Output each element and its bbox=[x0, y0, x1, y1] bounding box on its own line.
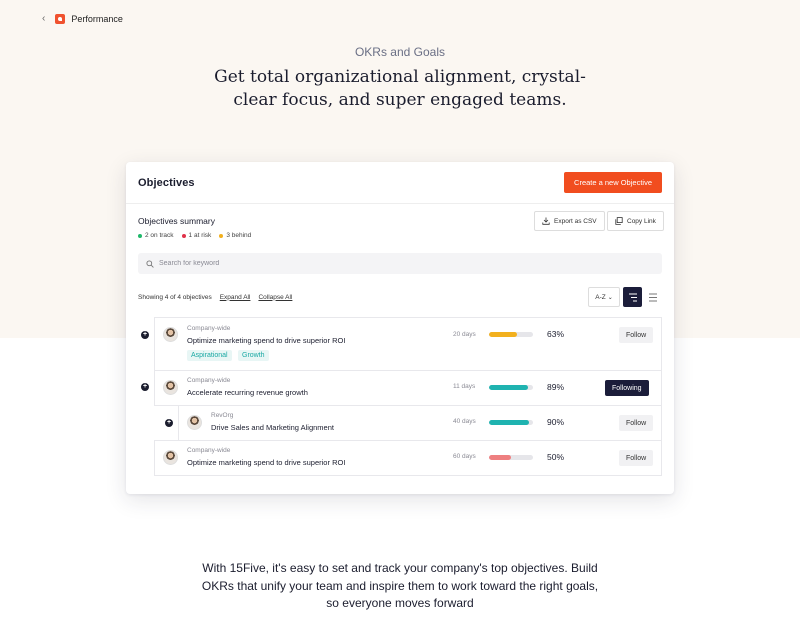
tag-growth: Growth bbox=[238, 350, 269, 361]
summary-title: Objectives summary bbox=[138, 216, 215, 226]
objective-group: Company-wide bbox=[187, 447, 231, 454]
objective-group: Company-wide bbox=[187, 325, 231, 332]
yellow-dot-icon bbox=[219, 233, 224, 238]
objective-row[interactable]: Company-wide Accelerate recurring revenu… bbox=[154, 370, 662, 406]
progress-bar bbox=[489, 332, 533, 337]
objective-row[interactable]: Company-wide Optimize marketing spend to… bbox=[154, 440, 662, 476]
progress-bar bbox=[489, 455, 533, 460]
days-remaining: 20 days bbox=[453, 331, 476, 338]
progress-percent: 89% bbox=[547, 382, 565, 392]
objective-group: Company-wide bbox=[187, 377, 231, 384]
tree-view-button[interactable] bbox=[623, 287, 642, 307]
objective-name: Accelerate recurring revenue growth bbox=[187, 388, 308, 397]
copy-icon bbox=[615, 217, 623, 225]
progress-fill bbox=[489, 420, 529, 425]
days-remaining: 11 days bbox=[453, 383, 476, 390]
list-view-icon bbox=[648, 293, 657, 301]
list-view-button[interactable] bbox=[643, 287, 662, 307]
objective-name: Optimize marketing spend to drive superi… bbox=[187, 336, 346, 345]
chevron-left-icon[interactable]: ‹ bbox=[42, 13, 45, 24]
following-button[interactable]: Following bbox=[605, 380, 649, 396]
avatar bbox=[163, 450, 178, 465]
status-list: 2 on track 1 at risk 3 behind bbox=[138, 232, 251, 239]
export-csv-button[interactable]: Export as CSV bbox=[534, 211, 605, 231]
progress-fill bbox=[489, 332, 517, 337]
expand-toggle-icon[interactable]: + bbox=[165, 419, 173, 427]
days-remaining: 60 days bbox=[453, 453, 476, 460]
panel-header: Objectives Create a new Objective bbox=[126, 162, 674, 204]
sort-dropdown[interactable]: A-Z ⌄ bbox=[588, 287, 620, 307]
copy-label: Copy Link bbox=[627, 217, 656, 225]
create-objective-button[interactable]: Create a new Objective bbox=[564, 172, 662, 193]
objective-name: Optimize marketing spend to drive superi… bbox=[187, 458, 346, 467]
objective-row[interactable]: Company-wide Optimize marketing spend to… bbox=[154, 317, 662, 371]
days-remaining: 40 days bbox=[453, 418, 476, 425]
progress-bar bbox=[489, 385, 533, 390]
top-nav: ‹ Performance bbox=[42, 13, 123, 24]
expand-toggle-icon[interactable]: + bbox=[141, 383, 149, 391]
nav-label[interactable]: Performance bbox=[71, 14, 123, 24]
follow-button[interactable]: Follow bbox=[619, 450, 654, 466]
progress-fill bbox=[489, 385, 529, 390]
follow-button[interactable]: Follow bbox=[619, 327, 654, 343]
tag-aspirational: Aspirational bbox=[187, 350, 232, 361]
progress-bar bbox=[489, 420, 533, 425]
collapse-all-link[interactable]: Collapse All bbox=[258, 294, 292, 301]
download-icon bbox=[542, 217, 550, 225]
progress-percent: 90% bbox=[547, 417, 565, 427]
panel-title: Objectives bbox=[138, 176, 195, 189]
status-on-track: 2 on track bbox=[138, 232, 174, 239]
search-icon bbox=[146, 259, 154, 268]
objectives-summary: Objectives summary 2 on track 1 at risk … bbox=[138, 216, 251, 239]
avatar bbox=[163, 327, 178, 342]
expand-toggle-icon[interactable]: + bbox=[141, 331, 149, 339]
search-input[interactable] bbox=[159, 260, 559, 267]
objective-group: RevOrg bbox=[211, 412, 234, 419]
avatar bbox=[163, 380, 178, 395]
list-controls: Showing 4 of 4 objectives Expand All Col… bbox=[138, 287, 662, 307]
export-label: Export as CSV bbox=[554, 217, 597, 225]
status-behind: 3 behind bbox=[219, 232, 251, 239]
15five-logo-icon bbox=[55, 13, 66, 24]
green-dot-icon bbox=[138, 233, 142, 238]
tree-view-icon bbox=[628, 292, 637, 302]
copy-link-button[interactable]: Copy Link bbox=[607, 211, 664, 231]
objective-name: Drive Sales and Marketing Alignment bbox=[211, 423, 334, 432]
status-label: 3 behind bbox=[226, 232, 252, 239]
hero-headline: Get total organizational alignment, crys… bbox=[214, 67, 586, 110]
section-eyebrow: OKRs and Goals bbox=[354, 45, 446, 59]
progress-percent: 63% bbox=[547, 329, 565, 339]
progress-fill bbox=[489, 455, 511, 460]
objectives-panel: Objectives Create a new Objective Object… bbox=[126, 162, 674, 494]
red-dot-icon bbox=[181, 233, 186, 238]
objective-row[interactable]: RevOrg Drive Sales and Marketing Alignme… bbox=[178, 405, 662, 441]
status-label: 2 on track bbox=[145, 232, 174, 239]
showing-count: Showing 4 of 4 objectives bbox=[138, 293, 212, 301]
body-copy: With 15Five, it's easy to set and track … bbox=[201, 561, 599, 610]
status-at-risk: 1 at risk bbox=[181, 232, 212, 239]
avatar bbox=[187, 415, 202, 430]
progress-percent: 50% bbox=[547, 452, 565, 462]
status-label: 1 at risk bbox=[188, 232, 212, 239]
chevron-down-icon: ⌄ bbox=[607, 294, 613, 301]
follow-button[interactable]: Follow bbox=[619, 415, 654, 431]
search-bar bbox=[138, 253, 662, 274]
sort-label: A-Z bbox=[595, 293, 606, 301]
expand-all-link[interactable]: Expand All bbox=[220, 294, 251, 301]
